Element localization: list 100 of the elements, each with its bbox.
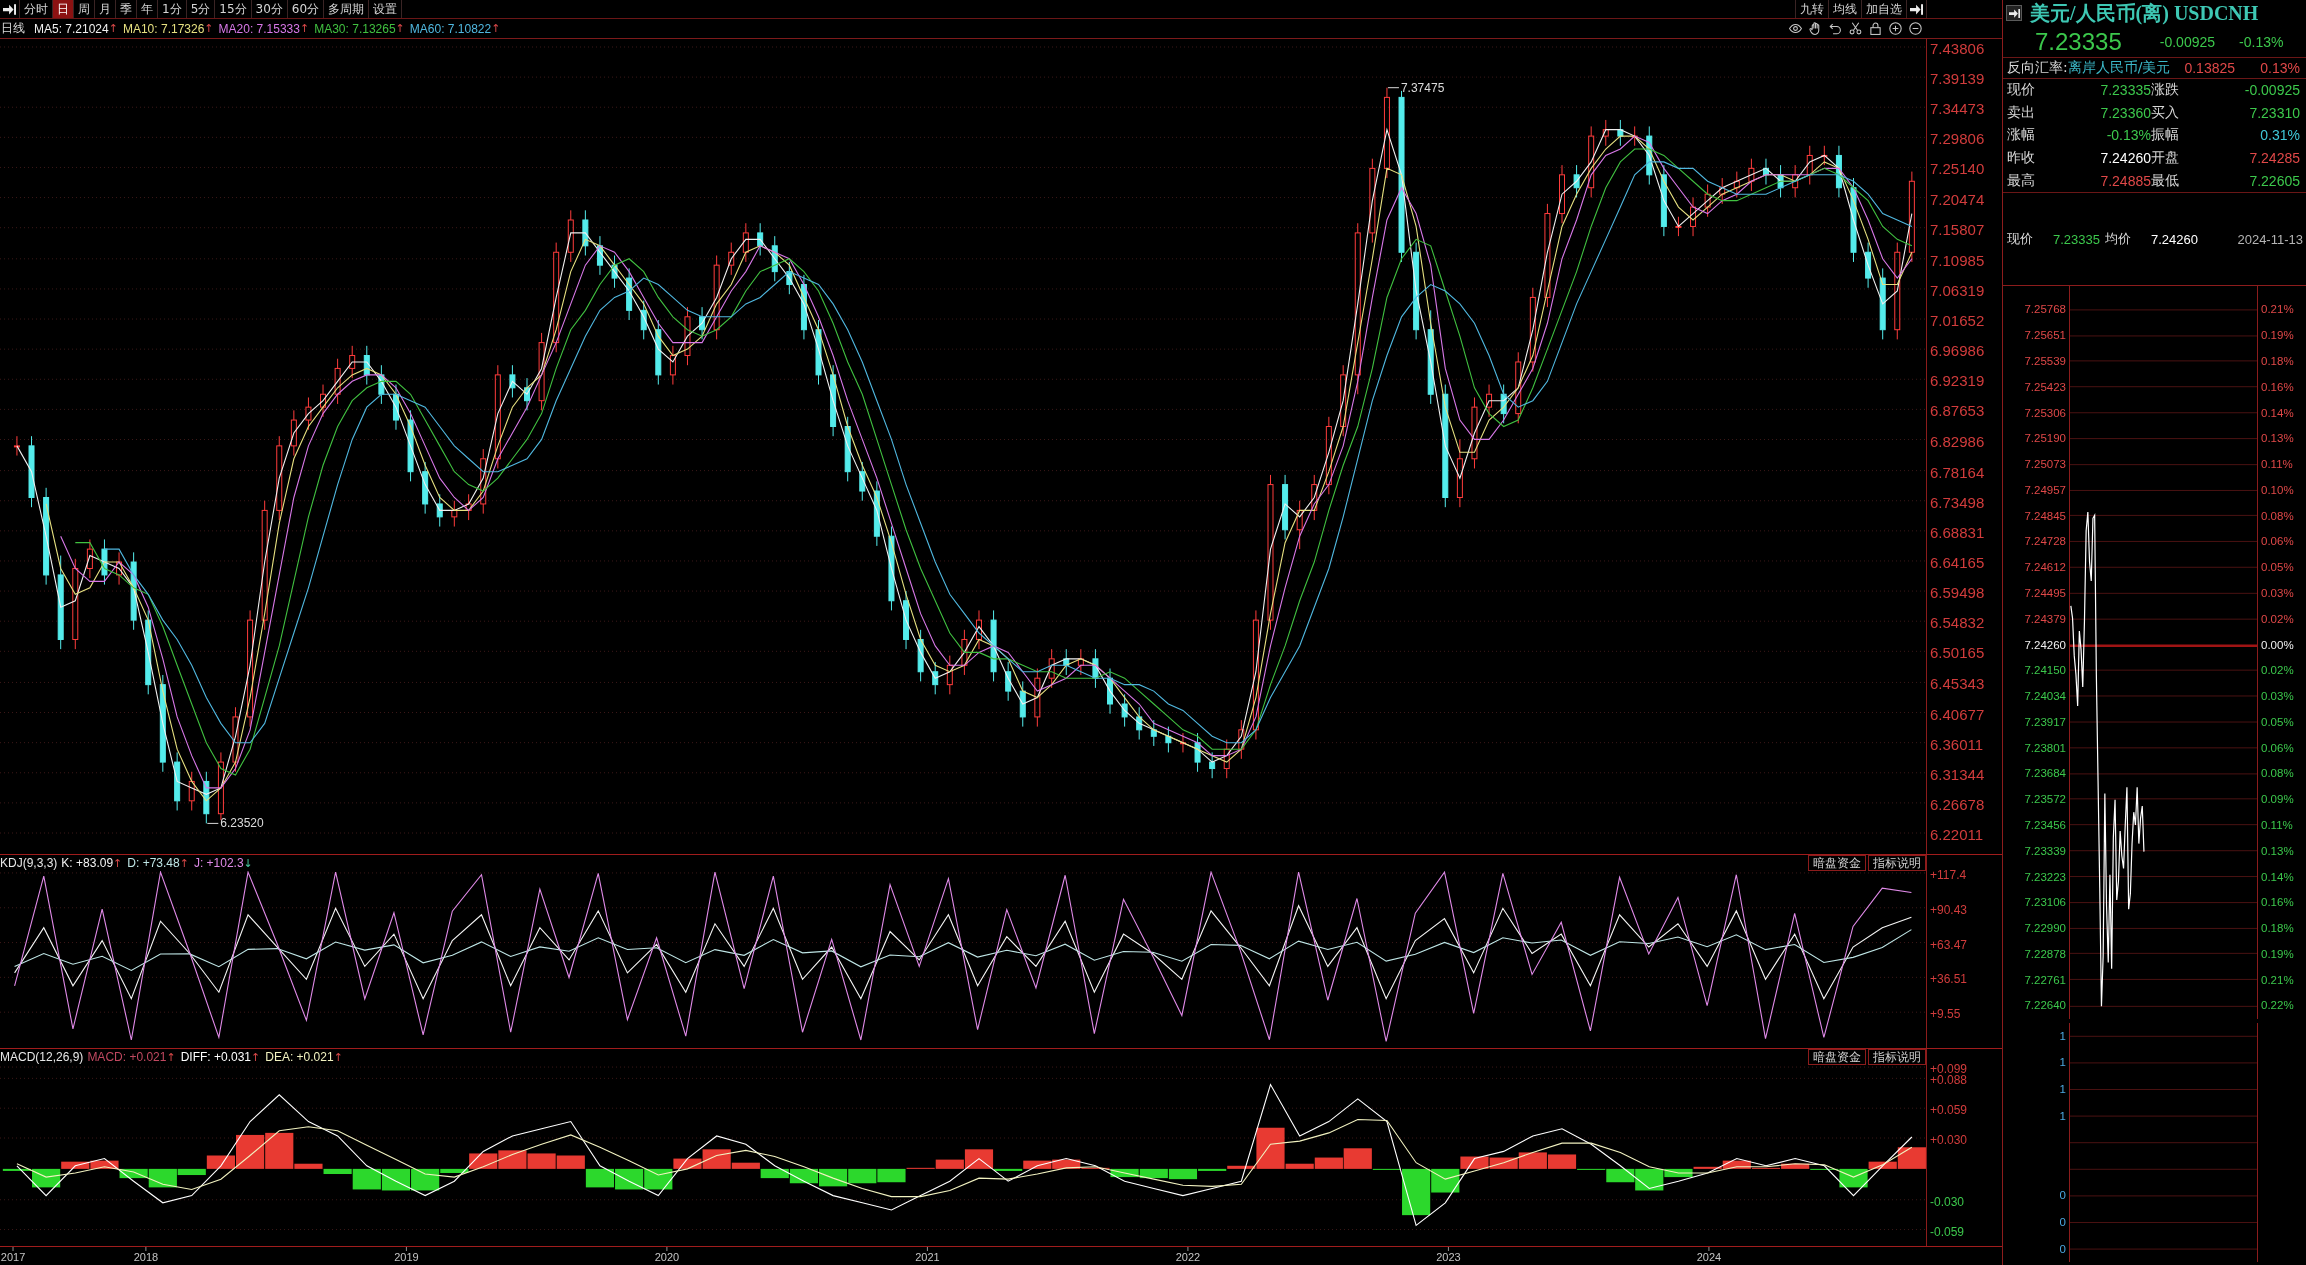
leader-line [1387, 87, 1400, 89]
candlestick [728, 242, 735, 276]
expand-button[interactable] [0, 0, 20, 18]
axis-label: 7.24612 [2024, 561, 2066, 575]
period-tab[interactable]: 15分 [215, 0, 252, 18]
axis-label: 7.23572 [2024, 793, 2066, 807]
candlestick [1209, 751, 1216, 779]
trend-arrow: ↑ [251, 1050, 261, 1064]
period-tab[interactable]: 季 [116, 0, 137, 18]
candlestick [903, 590, 910, 650]
scissors-icon[interactable] [1849, 22, 1862, 35]
hand-icon[interactable] [1809, 22, 1822, 35]
field-label: 反向汇率: [2007, 59, 2068, 77]
candlestick [1675, 216, 1682, 237]
period-tab[interactable]: 1分 [158, 0, 187, 18]
toolbar-button[interactable]: 加自选 [1862, 0, 1907, 18]
field-label: 开盘 [2151, 149, 2180, 168]
axis-label: 7.24957 [2024, 483, 2066, 497]
period-tab[interactable]: 30分 [251, 0, 288, 18]
tick-mark [1708, 1247, 1710, 1252]
field-value: 7.24885 [2100, 172, 2151, 189]
candlestick [1602, 119, 1609, 147]
percent-label: 0.06% [2261, 741, 2294, 755]
period-tab[interactable]: 多周期 [324, 0, 370, 18]
trend-arrow: ↑ [113, 856, 123, 870]
candlestick [946, 655, 953, 695]
candlestick [480, 448, 487, 515]
candlestick [742, 222, 749, 263]
period-tab[interactable]: 5分 [186, 0, 216, 18]
candlestick [524, 377, 530, 411]
period-tab[interactable]: 日 [53, 0, 74, 18]
lock-icon[interactable] [1869, 22, 1882, 35]
period-tab[interactable]: 月 [95, 0, 116, 18]
axis-label: 6.96986 [1930, 342, 1985, 357]
period-tab[interactable]: 周 [74, 0, 95, 18]
zoom-out-icon[interactable] [1909, 22, 1922, 35]
axis-label: 7.25423 [2024, 380, 2066, 394]
candlestick [1631, 125, 1638, 147]
axis-label: 6.31344 [1930, 765, 1985, 780]
axis-label: 7.22990 [2024, 922, 2066, 936]
axis-label: 6.64165 [1930, 553, 1985, 568]
field-label: 涨跌 [2151, 81, 2180, 100]
candlestick [1704, 184, 1711, 218]
arrow-to-bar-icon [2008, 7, 2020, 19]
panel-button[interactable]: 暗盘资金 [1808, 855, 1866, 871]
volume-axis-label: 1 [2059, 1029, 2066, 1043]
zoom-in-icon[interactable] [1889, 22, 1902, 35]
axis-label: 6.26678 [1930, 795, 1985, 810]
percent-label: 0.14% [2261, 406, 2294, 420]
candlestick [1865, 242, 1872, 289]
period-tab[interactable]: 设置 [369, 0, 403, 18]
expand-button[interactable] [2006, 5, 2022, 21]
period-tab[interactable]: 年 [137, 0, 158, 18]
tick-mark [1187, 1247, 1189, 1252]
candlestick [932, 661, 939, 695]
field-label: 振幅 [2151, 126, 2180, 145]
volume-axis-label: 0 [2059, 1189, 2066, 1203]
undo-icon[interactable] [1829, 22, 1842, 35]
volume-axis-label: 0 [2059, 1242, 2066, 1256]
candlestick [334, 358, 341, 405]
axis-label: 6.59498 [1930, 584, 1985, 599]
field-value: 7.23335 [2100, 82, 2151, 99]
panel-button[interactable]: 暗盘资金 [1808, 1049, 1866, 1065]
expand-button[interactable] [1907, 0, 1927, 18]
chart-period-label: 日线 [1, 20, 25, 37]
panel-button[interactable]: 指标说明 [1868, 855, 1926, 871]
year-label: 2019 [394, 1251, 419, 1263]
candlestick [465, 493, 472, 521]
axis-label: 7.23339 [2024, 844, 2066, 858]
candlestick [1107, 668, 1113, 715]
candlestick [699, 306, 706, 340]
candlestick [1005, 661, 1012, 702]
field-value: 7.24260 [2100, 150, 2151, 167]
field-value: 0.31% [2260, 127, 2300, 144]
candlestick [582, 209, 589, 256]
axis-label: +9.55 [1930, 1007, 1961, 1018]
axis-label: +0.030 [1930, 1133, 1968, 1143]
volume-axis-label: 1 [2059, 1109, 2066, 1123]
axis-label: 7.06319 [1930, 281, 1985, 296]
candlestick [596, 235, 603, 276]
candlestick [757, 222, 764, 256]
axis-label: +36.51 [1930, 972, 1968, 983]
axis-label: 7.24495 [2024, 587, 2066, 600]
candlestick [1617, 119, 1624, 147]
year-label: 2020 [654, 1251, 680, 1263]
candlestick [626, 267, 633, 321]
candlestick [1092, 648, 1099, 689]
candlestick [101, 538, 108, 586]
candlestick [1821, 145, 1828, 166]
eye-icon[interactable] [1789, 22, 1802, 35]
toolbar-button[interactable]: 九转 [1796, 0, 1829, 18]
indicator-value: K: +83.09 [61, 856, 114, 870]
toolbar-button[interactable]: 均线 [1829, 0, 1862, 18]
panel-button[interactable]: 指标说明 [1868, 1049, 1926, 1065]
axis-label: 7.01652 [1930, 312, 1985, 327]
period-tab[interactable]: 60分 [287, 0, 325, 18]
axis-label: 7.43806 [1930, 40, 1985, 54]
indicator-value: D: +73.48 [127, 856, 180, 870]
percent-label: 0.05% [2261, 715, 2294, 729]
candlestick [1456, 438, 1463, 508]
